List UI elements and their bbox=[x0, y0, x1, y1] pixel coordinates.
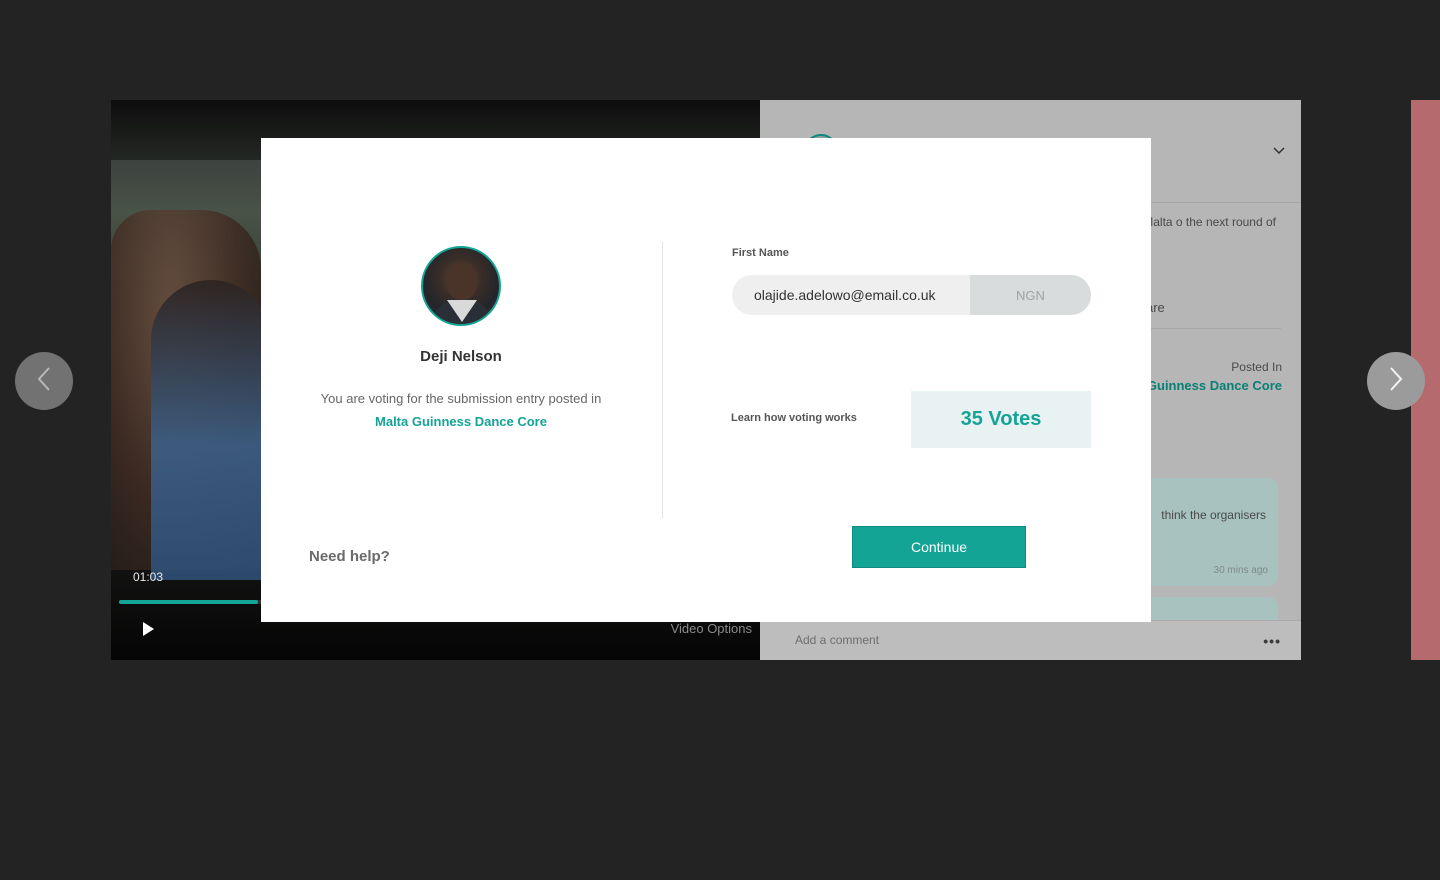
avatar bbox=[421, 246, 501, 326]
user-name: Deji Nelson bbox=[420, 348, 502, 365]
comment-time: 30 mins ago bbox=[1213, 565, 1268, 576]
currency-selector[interactable]: NGN bbox=[970, 275, 1091, 315]
chevron-left-icon bbox=[36, 366, 52, 397]
video-timestamp: 01:03 bbox=[133, 570, 164, 584]
previous-button[interactable] bbox=[15, 352, 73, 410]
votes-count[interactable]: 35 Votes bbox=[911, 391, 1091, 448]
voting-description: You are voting for the submission entry … bbox=[320, 391, 602, 406]
chevron-down-icon[interactable] bbox=[1273, 142, 1285, 160]
posted-in-label: Posted In bbox=[1231, 360, 1282, 374]
add-comment-bar[interactable]: Add a comment ••• bbox=[760, 620, 1301, 660]
more-options-icon[interactable]: ••• bbox=[1263, 633, 1281, 649]
first-name-field[interactable] bbox=[732, 275, 970, 315]
contest-link[interactable]: Malta Guinness Dance Core bbox=[261, 414, 661, 429]
first-name-label: First Name bbox=[732, 247, 789, 259]
add-comment-input[interactable]: Add a comment bbox=[795, 633, 879, 647]
posted-in-link[interactable]: Guinness Dance Core bbox=[1147, 378, 1282, 393]
first-name-field-group: NGN bbox=[732, 275, 1091, 315]
vote-modal: Deji Nelson You are voting for the submi… bbox=[261, 138, 1151, 622]
play-icon[interactable] bbox=[139, 620, 157, 638]
avatar-face bbox=[447, 262, 477, 300]
video-frame-person bbox=[151, 280, 271, 580]
need-help-link[interactable]: Need help? bbox=[309, 548, 390, 565]
divider bbox=[662, 242, 663, 518]
continue-button[interactable]: Continue bbox=[852, 526, 1026, 568]
video-progress-fill bbox=[119, 600, 259, 604]
learn-voting-link[interactable]: Learn how voting works bbox=[731, 412, 857, 424]
chevron-right-icon bbox=[1388, 366, 1404, 397]
next-button[interactable] bbox=[1367, 352, 1425, 410]
video-options-button[interactable]: Video Options bbox=[671, 621, 752, 636]
